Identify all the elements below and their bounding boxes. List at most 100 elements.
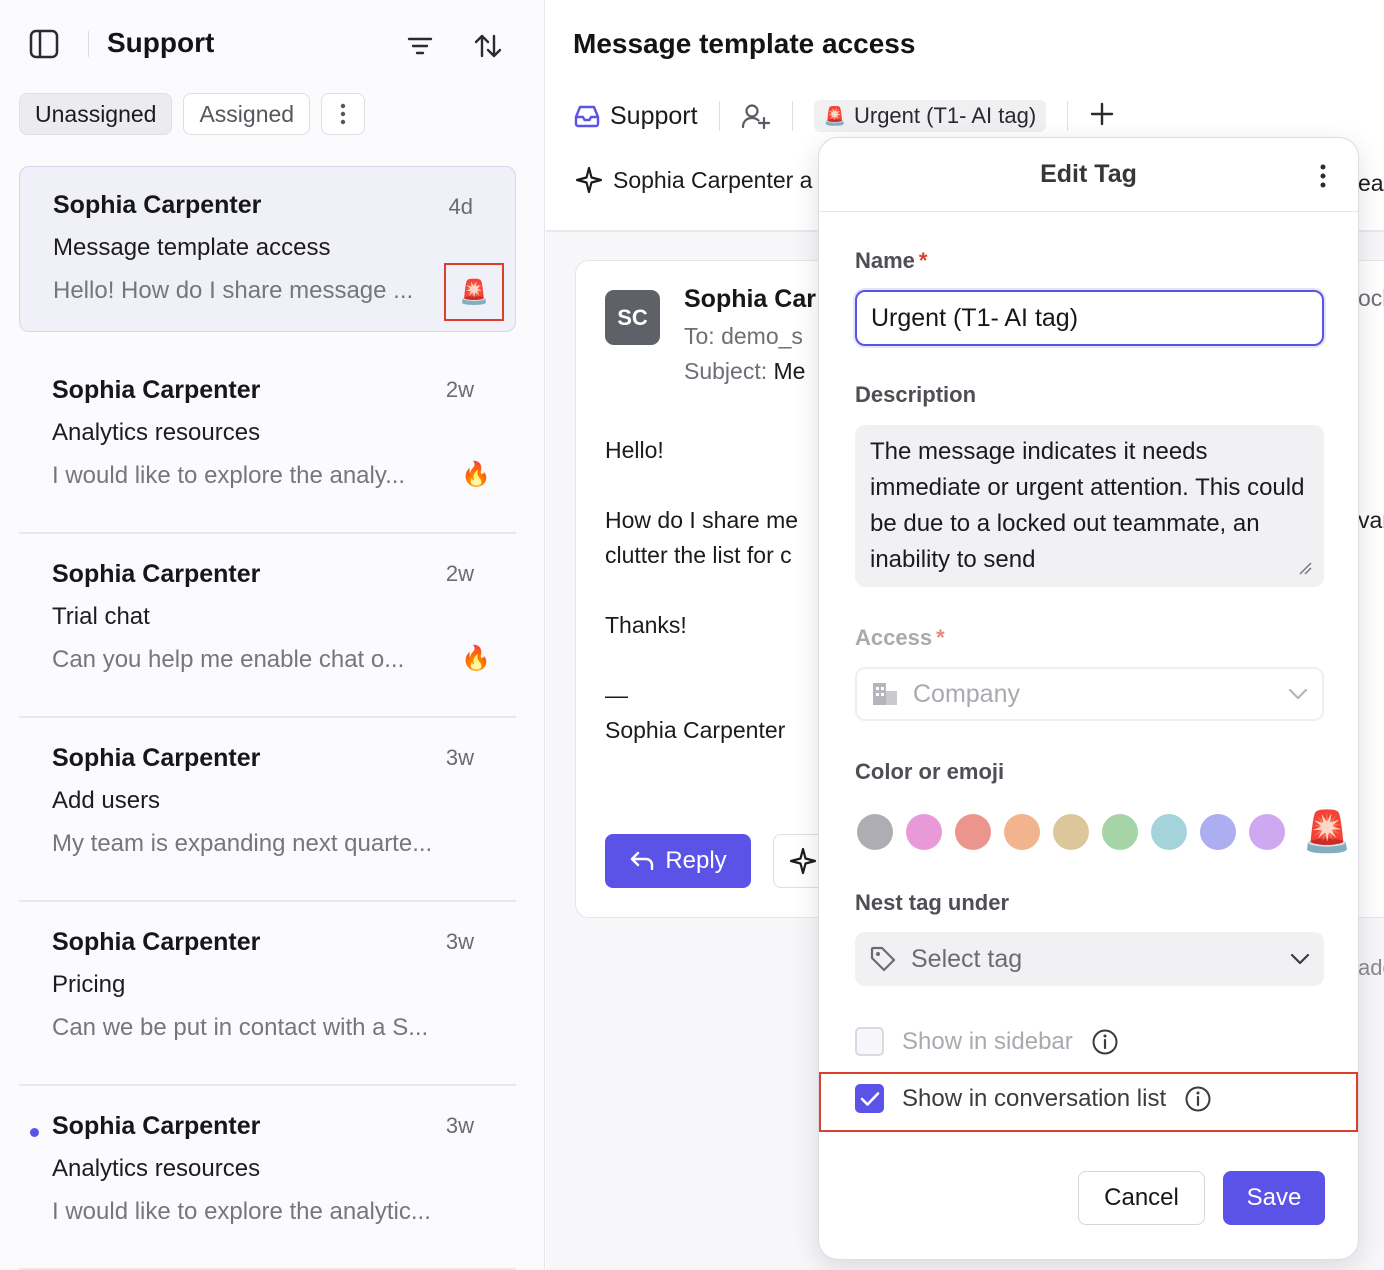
add-tag-icon[interactable] [1089,100,1115,132]
conversation-sender: Sophia Carpenter [52,744,261,772]
conversation-time: 3w [445,745,474,770]
meta-divider [1067,101,1069,131]
conversation-item[interactable]: Sophia Carpenter 2w Trial chat Can you h… [19,534,516,718]
urgent-tag-icon: 🚨 [444,263,504,321]
conversation-subject: Pricing [52,971,126,998]
ai-summary-text: Sophia Carpenter a [613,166,813,193]
urgent-tag-icon: 🚨 [823,105,846,126]
color-swatches: 🚨 [857,812,1352,852]
edit-tag-popover: Edit Tag Name* Description The message i… [818,137,1359,1260]
body-line [605,643,798,678]
conversation-item[interactable]: Sophia Carpenter 3w Analytics resources … [19,1086,516,1270]
ai-summary-tail: ea [1358,170,1384,196]
cancel-button[interactable]: Cancel [1078,1171,1205,1225]
conversation-item[interactable]: Sophia Carpenter 3w Pricing Can we be pu… [19,902,516,1086]
access-select[interactable]: Company [855,667,1324,721]
meta-divider [718,101,720,131]
check-icon [860,1091,879,1106]
show-in-list-checkbox[interactable] [855,1084,884,1113]
unread-indicator [30,1128,39,1137]
conversation-sender: Sophia Carpenter [52,1112,261,1140]
inbox-selector[interactable]: Support [573,102,698,131]
fire-tag-icon: 🔥 [461,461,491,488]
tag-icon [870,946,896,972]
building-icon [873,683,897,705]
color-swatch[interactable] [1249,814,1285,850]
conversation-item[interactable]: Sophia Carpenter 3w Add users My team is… [19,718,516,902]
meta-divider [791,101,793,131]
tab-assigned[interactable]: Assigned [183,93,311,135]
tag-name-input[interactable] [855,290,1324,346]
tag-chip-label: Urgent (T1- AI tag) [853,103,1037,128]
show-in-sidebar-label: Show in sidebar [902,1027,1073,1055]
chevron-down-icon [1290,953,1310,965]
access-label-text: Access [855,625,933,650]
message-subject: Subject: Me [684,358,805,385]
more-vertical-icon [340,103,346,125]
popover-title: Edit Tag [1040,160,1137,188]
conversation-subject: Add users [52,787,161,814]
message-recipient: To: demo_s [684,323,803,349]
color-swatch[interactable] [1102,814,1138,850]
color-swatch[interactable] [857,814,893,850]
popover-header: Edit Tag [819,138,1358,212]
required-mark: * [936,625,945,650]
show-in-list-label: Show in conversation list [902,1084,1167,1112]
conversation-preview: I would like to explore the analytic... [52,1198,431,1225]
sort-icon[interactable] [470,28,506,64]
resize-handle-icon [1299,562,1312,575]
color-swatch[interactable] [1200,814,1236,850]
body-line: — [605,682,628,708]
sidebar-toggle-icon[interactable] [26,26,62,62]
conversation-item[interactable]: Sophia Carpenter 2w Analytics resources … [19,350,516,534]
nest-tag-select[interactable]: Select tag [855,932,1324,986]
filter-icon[interactable] [402,28,438,64]
clipped-text: ocl [1358,285,1384,311]
sidebar-title: Support [107,27,215,58]
description-textarea[interactable]: The message indicates it needs immediate… [855,425,1324,587]
conversation-title: Message template access [573,28,916,59]
tag-chip[interactable]: 🚨 Urgent (T1- AI tag) [813,100,1047,132]
conversation-item[interactable]: Sophia Carpenter 4d Message template acc… [19,166,516,332]
inbox-label: Support [610,101,698,130]
more-tabs-button[interactable] [321,93,366,135]
access-value: Company [913,679,1020,708]
assign-user-icon[interactable] [741,102,771,130]
message-body: Hello! How do I share me clutter the lis… [605,433,798,748]
header-divider [88,31,89,57]
siren-emoji-icon[interactable]: 🚨 [1302,812,1352,852]
sparkle-icon [789,847,817,875]
clipped-text: var [1358,507,1384,533]
show-in-list-row: Show in conversation list [855,1084,1212,1113]
reply-button[interactable]: Reply [605,834,751,888]
body-line: Thanks! [605,612,687,638]
color-swatch[interactable] [1053,814,1089,850]
nest-label: Nest tag under [855,890,1010,915]
color-swatch[interactable] [955,814,991,850]
conversation-preview: Hello! How do I share message ... [53,277,414,304]
sidebar-header: Support [0,0,545,90]
body-line [605,468,798,503]
save-button[interactable]: Save [1223,1171,1325,1225]
conversation-time: 4d [448,194,473,219]
color-swatch[interactable] [906,814,942,850]
show-in-sidebar-checkbox[interactable] [855,1027,884,1056]
color-swatch[interactable] [1004,814,1040,850]
reply-icon [631,851,654,871]
color-swatch[interactable] [1151,814,1187,850]
more-vertical-icon[interactable] [1310,160,1336,192]
conversation-preview: Can we be put in contact with a S... [52,1014,429,1041]
info-icon[interactable] [1184,1085,1212,1113]
info-icon[interactable] [1091,1028,1119,1056]
conversation-subject: Analytics resources [52,1155,261,1182]
ai-summary[interactable]: Sophia Carpenter a [575,166,812,194]
color-label: Color or emoji [855,759,1005,784]
conversation-subject: Trial chat [52,603,150,630]
nest-placeholder: Select tag [911,944,1023,973]
conversation-sender: Sophia Carpenter [53,191,262,219]
avatar: SC [605,290,660,345]
tab-unassigned[interactable]: Unassigned [19,93,173,135]
conversation-sender: Sophia Carpenter [52,560,261,588]
access-label: Access * [855,625,945,651]
body-line [605,573,798,608]
